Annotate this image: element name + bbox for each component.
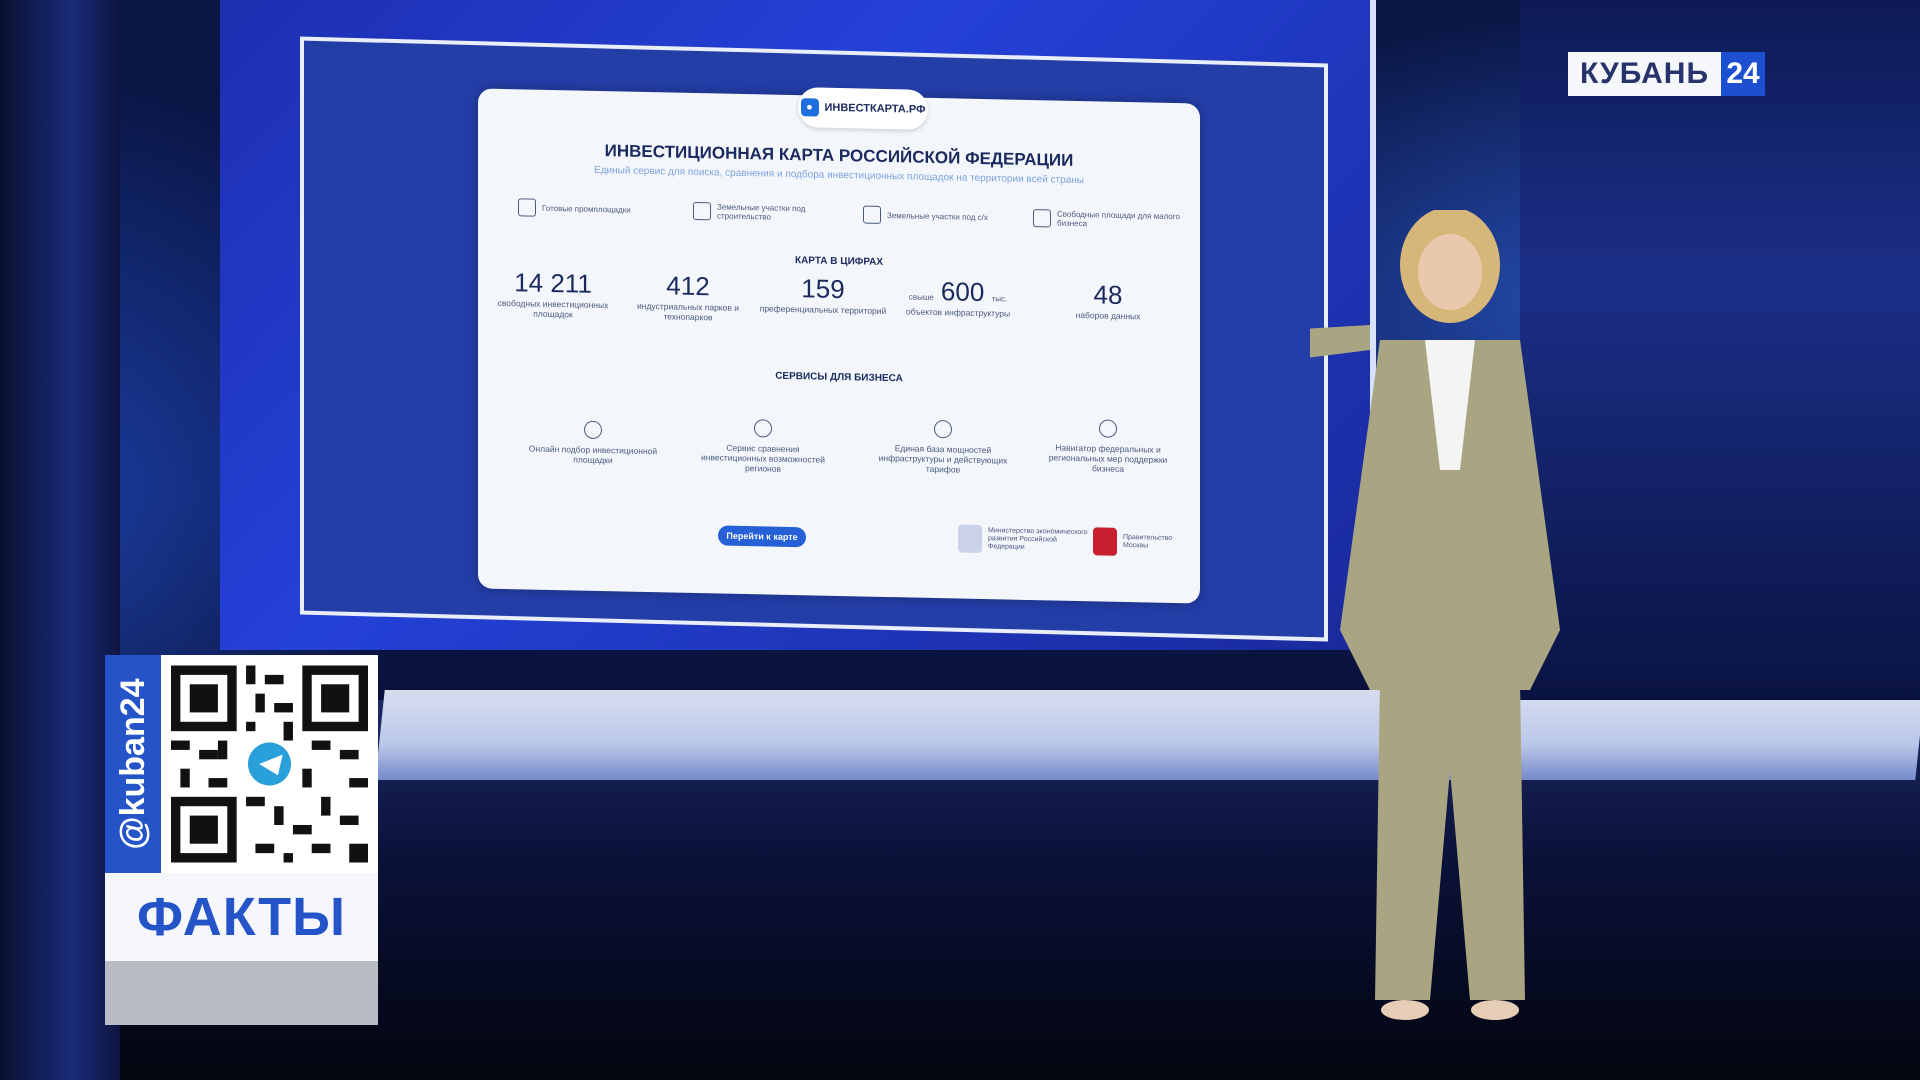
service-item: Навигатор федеральных и региональных мер…: [1038, 418, 1178, 475]
telegram-handle: @kuban24: [114, 678, 152, 850]
figure-number: 48: [1093, 279, 1123, 310]
service-label: Сервис сравнения инвестиционных возможно…: [701, 442, 825, 475]
category-label: Земельные участки под с/х: [887, 210, 988, 222]
services-heading: СЕРВИСЫ ДЛЯ БИЗНЕСА: [775, 370, 903, 385]
moscow-logo: Правительство Москвы: [1093, 527, 1188, 557]
category-label: Земельные участки под строительство: [717, 202, 806, 222]
grid-icon: [693, 201, 711, 221]
logo-text: ИНВЕСТКАРТА.РФ: [824, 101, 926, 116]
figure-stat: свыше 600 тыс. объектов инфраструктуры: [893, 275, 1023, 319]
chart-icon: [754, 419, 772, 438]
service-item: Онлайн подбор инвестиционной площадки: [523, 419, 663, 466]
map-pin-icon: ●: [800, 98, 819, 117]
channel-number: 24: [1721, 52, 1766, 96]
tower-icon: [584, 420, 602, 440]
figure-prefix: свыше: [908, 292, 934, 302]
factory-icon: [518, 198, 536, 217]
figure-suffix: тыс.: [991, 294, 1008, 304]
category-item: Земельные участки под строительство: [693, 195, 843, 230]
ministry-logo: Министерство экономического развития Рос…: [958, 524, 1088, 555]
presenter-figure: [1310, 210, 1560, 1020]
program-card: @kuban24 ФАКТЫ: [105, 655, 378, 1025]
service-item: Сервис сравнения инвестиционных возможно…: [693, 418, 833, 475]
moscow-name: Правительство Москвы: [1123, 534, 1173, 550]
program-card-footer: [105, 961, 378, 1025]
program-title-bar: ФАКТЫ: [105, 873, 378, 961]
figure-number: 600: [940, 276, 985, 308]
category-item: Земельные участки под с/х: [863, 199, 1013, 234]
figure-number: 412: [666, 270, 710, 302]
figure-label: объектов инфраструктуры: [905, 306, 1011, 319]
lifebuoy-icon: [1099, 419, 1117, 438]
figure-label: наборов данных: [1075, 309, 1141, 322]
investmap-logo: ● ИНВЕСТКАРТА.РФ: [798, 87, 928, 130]
category-label: Свободные площади для малого бизнеса: [1057, 209, 1180, 229]
studio-left-frame: [0, 0, 120, 1080]
building-icon: [1033, 209, 1051, 228]
emblem-icon: [958, 524, 982, 553]
channel-logo: КУБАНЬ 24: [1568, 52, 1790, 96]
figure-number: 159: [801, 273, 845, 305]
signal-icon: [934, 419, 952, 439]
figure-stat: 14 211 свободных инвестиционных площадок: [488, 267, 618, 321]
investmap-webpage: ● ИНВЕСТКАРТА.РФ ИНВЕСТИЦИОННАЯ КАРТА РО…: [478, 87, 1200, 604]
figure-stat: 48 наборов данных: [1043, 278, 1173, 322]
channel-name: КУБАНЬ: [1568, 52, 1722, 96]
tractor-icon: [863, 205, 881, 224]
service-label: Навигатор федеральных и региональных мер…: [1048, 442, 1168, 475]
go-to-map-button[interactable]: Перейти к карте: [718, 525, 806, 548]
qr-code-image: [171, 665, 368, 863]
figure-stat: 159 преференциальных территорий: [758, 272, 888, 316]
studio-light-strip: [375, 690, 1920, 780]
service-item: Единая база мощностей инфраструктуры и д…: [873, 419, 1013, 476]
figure-label: преференциальных территорий: [759, 303, 887, 316]
telegram-handle-bar: @kuban24: [105, 655, 161, 873]
program-title: ФАКТЫ: [137, 887, 346, 947]
category-item: Свободные площади для малого бизнеса: [1033, 202, 1183, 237]
category-item: Готовые промплощадки: [518, 191, 668, 226]
figure-label: индустриальных парков и технопарков: [637, 300, 739, 323]
figure-number: 14 211: [514, 267, 592, 299]
figure-stat: 412 индустриальных парков и технопарков: [623, 269, 753, 323]
moscow-emblem-icon: [1093, 527, 1117, 556]
qr-code[interactable]: [161, 655, 378, 873]
service-label: Онлайн подбор инвестиционной площадки: [528, 443, 658, 466]
ministry-name: Министерство экономического развития Рос…: [988, 527, 1088, 551]
category-label: Готовые промплощадки: [542, 203, 631, 215]
figure-label: свободных инвестиционных площадок: [497, 297, 609, 320]
service-label: Единая база мощностей инфраструктуры и д…: [878, 443, 1008, 475]
